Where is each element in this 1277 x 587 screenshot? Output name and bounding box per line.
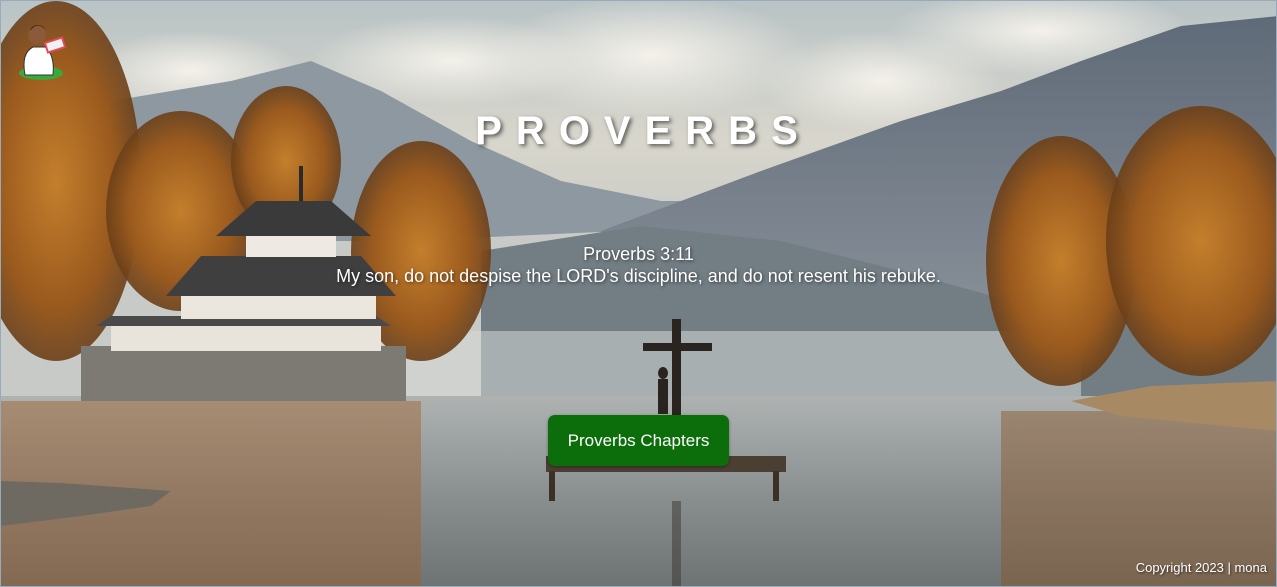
verse-of-the-day: Proverbs 3:11 My son, do not despise the… [1,243,1276,287]
verse-text: My son, do not despise the LORD's discip… [336,266,941,286]
proverbs-chapters-button[interactable]: Proverbs Chapters [548,415,729,466]
verse-reference: Proverbs 3:11 [583,244,694,264]
hero-section: PROVERBS Proverbs 3:11 My son, do not de… [0,0,1277,587]
copyright-footer: Copyright 2023 | mona [1135,560,1267,575]
page-title: PROVERBS [475,109,812,153]
reader-logo-icon[interactable] [15,17,71,83]
background-landscape-image [1,1,1276,586]
